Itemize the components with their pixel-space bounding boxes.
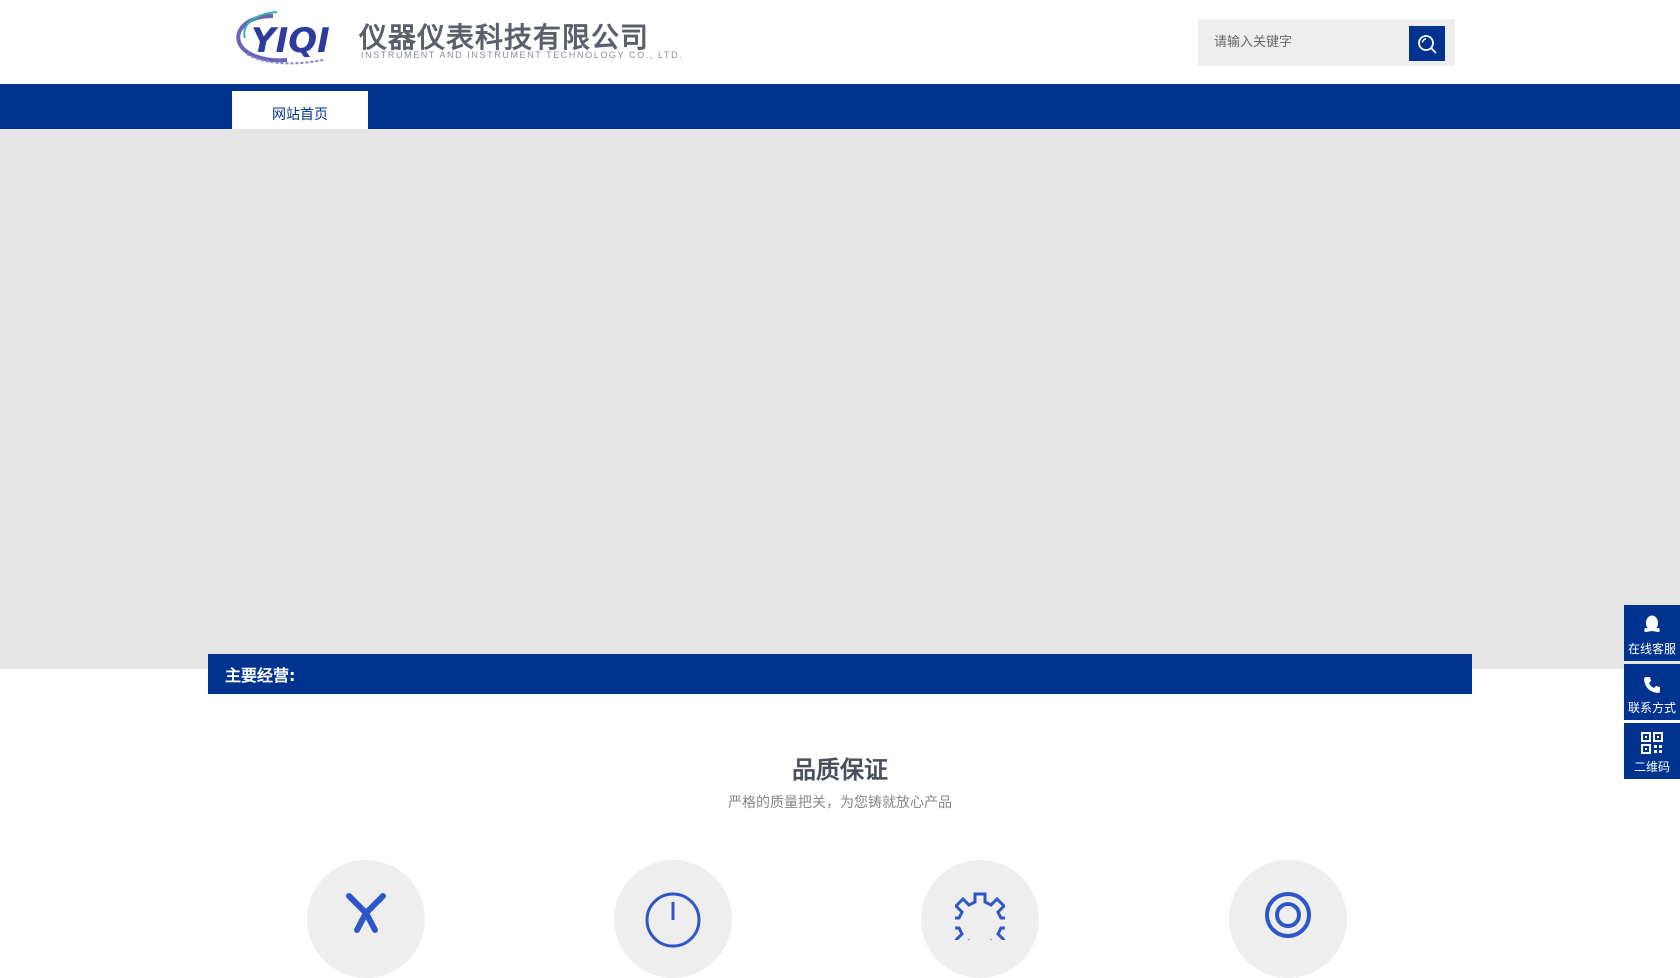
main-business-label: 主要经营: bbox=[225, 666, 296, 685]
clock-icon bbox=[645, 892, 701, 948]
feature-gear bbox=[921, 860, 1039, 978]
site-logo[interactable]: YIQI 仪器仪表科技有限公司 INSTRUMENT AND INSTRUMEN… bbox=[233, 10, 682, 66]
feature-target bbox=[1229, 860, 1347, 978]
search-input[interactable] bbox=[1198, 19, 1403, 66]
qrcode-icon bbox=[1641, 732, 1663, 754]
qq-icon bbox=[1644, 615, 1660, 632]
target-icon bbox=[1265, 892, 1311, 938]
gear-icon bbox=[955, 892, 1005, 940]
side-online-service[interactable]: 在线客服 bbox=[1624, 605, 1680, 661]
hero-banner bbox=[0, 129, 1680, 669]
site-header: YIQI 仪器仪表科技有限公司 INSTRUMENT AND INSTRUMEN… bbox=[0, 0, 1680, 84]
search-box bbox=[1198, 19, 1455, 66]
search-button[interactable] bbox=[1409, 26, 1445, 61]
side-contact-label: 联系方式 bbox=[1627, 701, 1676, 715]
quality-title: 品质保证 bbox=[792, 756, 888, 784]
side-online-service-label: 在线客服 bbox=[1627, 642, 1676, 656]
tools-icon bbox=[346, 893, 386, 933]
side-contact[interactable]: 联系方式 bbox=[1624, 664, 1680, 720]
main-business-bar: 主要经营: bbox=[208, 654, 1472, 694]
company-name-english: INSTRUMENT AND INSTRUMENT TECHNOLOGY CO.… bbox=[361, 50, 684, 60]
feature-clock bbox=[614, 860, 732, 978]
phone-icon bbox=[1644, 677, 1660, 693]
quality-subtitle: 严格的质量把关，为您铸就放心产品 bbox=[728, 795, 952, 811]
side-qrcode[interactable]: 二维码 bbox=[1624, 723, 1680, 779]
feature-tools bbox=[307, 860, 425, 978]
logo-mark-text: YIQI bbox=[251, 21, 330, 61]
main-nav: 网站首页 bbox=[0, 84, 1680, 136]
side-qrcode-label: 二维码 bbox=[1633, 760, 1670, 774]
search-icon bbox=[1418, 34, 1437, 53]
logo-mark-icon: YIQI bbox=[236, 11, 330, 65]
